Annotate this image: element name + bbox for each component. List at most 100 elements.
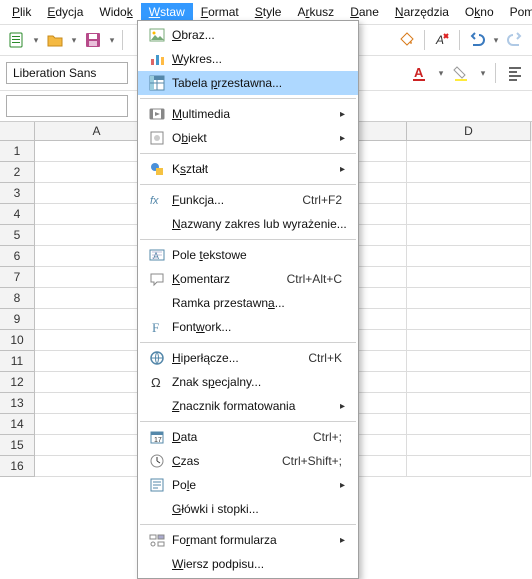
row-header[interactable]: 13 xyxy=(0,393,35,414)
dropdown-arrow-icon[interactable]: ▾ xyxy=(108,35,116,46)
align-left-button[interactable] xyxy=(504,62,526,84)
row-header[interactable]: 7 xyxy=(0,267,35,288)
menu-wstaw[interactable]: Wstaw xyxy=(141,3,193,21)
cell[interactable] xyxy=(407,330,531,351)
cell[interactable] xyxy=(407,456,531,477)
menu-item[interactable]: Pole▸ xyxy=(138,473,358,497)
menu-item-shortcut: Ctrl+K xyxy=(308,351,350,365)
menu-item[interactable]: Ramka przestawna... xyxy=(138,291,358,315)
menu-item[interactable]: 17DataCtrl+; xyxy=(138,425,358,449)
row-header[interactable]: 8 xyxy=(0,288,35,309)
cell[interactable] xyxy=(407,288,531,309)
cell[interactable] xyxy=(407,309,531,330)
menu-format[interactable]: Format xyxy=(193,3,247,21)
menu-item[interactable]: KomentarzCtrl+Alt+C xyxy=(138,267,358,291)
cell[interactable] xyxy=(407,393,531,414)
menu-item-label: Multimedia xyxy=(168,107,340,121)
menu-item[interactable]: Wiersz podpisu... xyxy=(138,552,358,576)
paint-bucket-button[interactable] xyxy=(396,29,418,51)
clear-format-button[interactable]: A xyxy=(431,29,453,51)
cell[interactable] xyxy=(407,372,531,393)
menu-item[interactable]: ΩZnak specjalny... xyxy=(138,370,358,394)
cell[interactable] xyxy=(407,414,531,435)
cell[interactable] xyxy=(407,183,531,204)
row-header[interactable]: 15 xyxy=(0,435,35,456)
menu-edycja[interactable]: Edycja xyxy=(39,3,91,21)
save-button[interactable] xyxy=(82,29,104,51)
menu-item[interactable]: fxFunkcja...Ctrl+F2 xyxy=(138,188,358,212)
row-header[interactable]: 12 xyxy=(0,372,35,393)
menu-dane[interactable]: Dane xyxy=(342,3,387,21)
cell[interactable] xyxy=(407,267,531,288)
insert-menu-dropdown: Obraz...Wykres...Tabela przestawna... Mul… xyxy=(137,20,359,579)
row-header[interactable]: 9 xyxy=(0,309,35,330)
menu-okno[interactable]: Okno xyxy=(457,3,502,21)
menu-pomoc[interactable]: Pomoc xyxy=(502,3,532,21)
form-icon xyxy=(146,532,168,548)
new-doc-button[interactable] xyxy=(6,29,28,51)
dropdown-arrow-icon[interactable]: ▾ xyxy=(479,68,487,79)
cell[interactable] xyxy=(407,435,531,456)
toolbar-separator xyxy=(122,30,123,50)
menu-item-label: Nazwany zakres lub wyrażenie... xyxy=(168,217,350,231)
submenu-arrow-icon: ▸ xyxy=(340,401,350,412)
svg-text:A: A xyxy=(435,33,444,47)
menu-widok[interactable]: Widok xyxy=(91,3,140,21)
menu-plik[interactable]: Plik xyxy=(4,3,39,21)
redo-button[interactable] xyxy=(504,29,526,51)
menu-item[interactable]: Formant formularza▸ xyxy=(138,528,358,552)
menu-item[interactable]: Multimedia▸ xyxy=(138,102,358,126)
select-all-corner[interactable] xyxy=(0,122,35,141)
date-icon: 17 xyxy=(146,429,168,445)
cell[interactable] xyxy=(407,246,531,267)
dropdown-arrow-icon[interactable]: ▾ xyxy=(492,35,500,46)
menu-item-shortcut: Ctrl+F2 xyxy=(302,193,350,207)
row-header[interactable]: 2 xyxy=(0,162,35,183)
menu-item[interactable]: FFontwork... xyxy=(138,315,358,339)
menu-narzędzia[interactable]: Narzędzia xyxy=(387,3,457,21)
highlight-color-button[interactable] xyxy=(451,62,473,84)
row-header[interactable]: 1 xyxy=(0,141,35,162)
menu-item[interactable]: Kształt▸ xyxy=(138,157,358,181)
menu-item[interactable]: Obiekt▸ xyxy=(138,126,358,150)
row-header[interactable]: 10 xyxy=(0,330,35,351)
font-name-combo[interactable]: Liberation Sans xyxy=(6,62,128,84)
menu-item[interactable]: Znacznik formatowania▸ xyxy=(138,394,358,418)
cell[interactable] xyxy=(407,225,531,246)
open-button[interactable] xyxy=(44,29,66,51)
menu-item-label: Pole tekstowe xyxy=(168,248,350,262)
row-header[interactable]: 6 xyxy=(0,246,35,267)
cell-reference-input[interactable] xyxy=(6,95,128,117)
menu-item[interactable]: APole tekstowe xyxy=(138,243,358,267)
row-header[interactable]: 14 xyxy=(0,414,35,435)
menu-item[interactable]: Główki i stopki... xyxy=(138,497,358,521)
textbox-icon: A xyxy=(146,247,168,263)
menu-style[interactable]: Style xyxy=(247,3,290,21)
row-header[interactable]: 16 xyxy=(0,456,35,477)
menu-item[interactable]: Wykres... xyxy=(138,47,358,71)
dropdown-arrow-icon[interactable]: ▾ xyxy=(70,35,78,46)
submenu-arrow-icon: ▸ xyxy=(340,535,350,546)
cell[interactable] xyxy=(407,351,531,372)
cell[interactable] xyxy=(407,141,531,162)
undo-button[interactable] xyxy=(466,29,488,51)
row-header[interactable]: 4 xyxy=(0,204,35,225)
dropdown-arrow-icon[interactable]: ▾ xyxy=(437,68,445,79)
menu-item[interactable]: Obraz... xyxy=(138,23,358,47)
submenu-arrow-icon: ▸ xyxy=(340,109,350,120)
image-icon xyxy=(146,27,168,43)
col-header-d[interactable]: D xyxy=(407,122,531,141)
dropdown-arrow-icon[interactable]: ▾ xyxy=(32,35,40,46)
cell[interactable] xyxy=(407,204,531,225)
row-header[interactable]: 11 xyxy=(0,351,35,372)
menu-item[interactable]: Tabela przestawna... xyxy=(138,71,358,95)
row-header[interactable]: 5 xyxy=(0,225,35,246)
row-header[interactable]: 3 xyxy=(0,183,35,204)
menu-item[interactable]: Nazwany zakres lub wyrażenie... xyxy=(138,212,358,236)
menu-item[interactable]: Hiperłącze...Ctrl+K xyxy=(138,346,358,370)
font-name-value: Liberation Sans xyxy=(13,66,96,80)
menu-arkusz[interactable]: Arkusz xyxy=(289,3,342,21)
menu-item[interactable]: CzasCtrl+Shift+; xyxy=(138,449,358,473)
cell[interactable] xyxy=(407,162,531,183)
font-color-button[interactable]: A xyxy=(409,62,431,84)
